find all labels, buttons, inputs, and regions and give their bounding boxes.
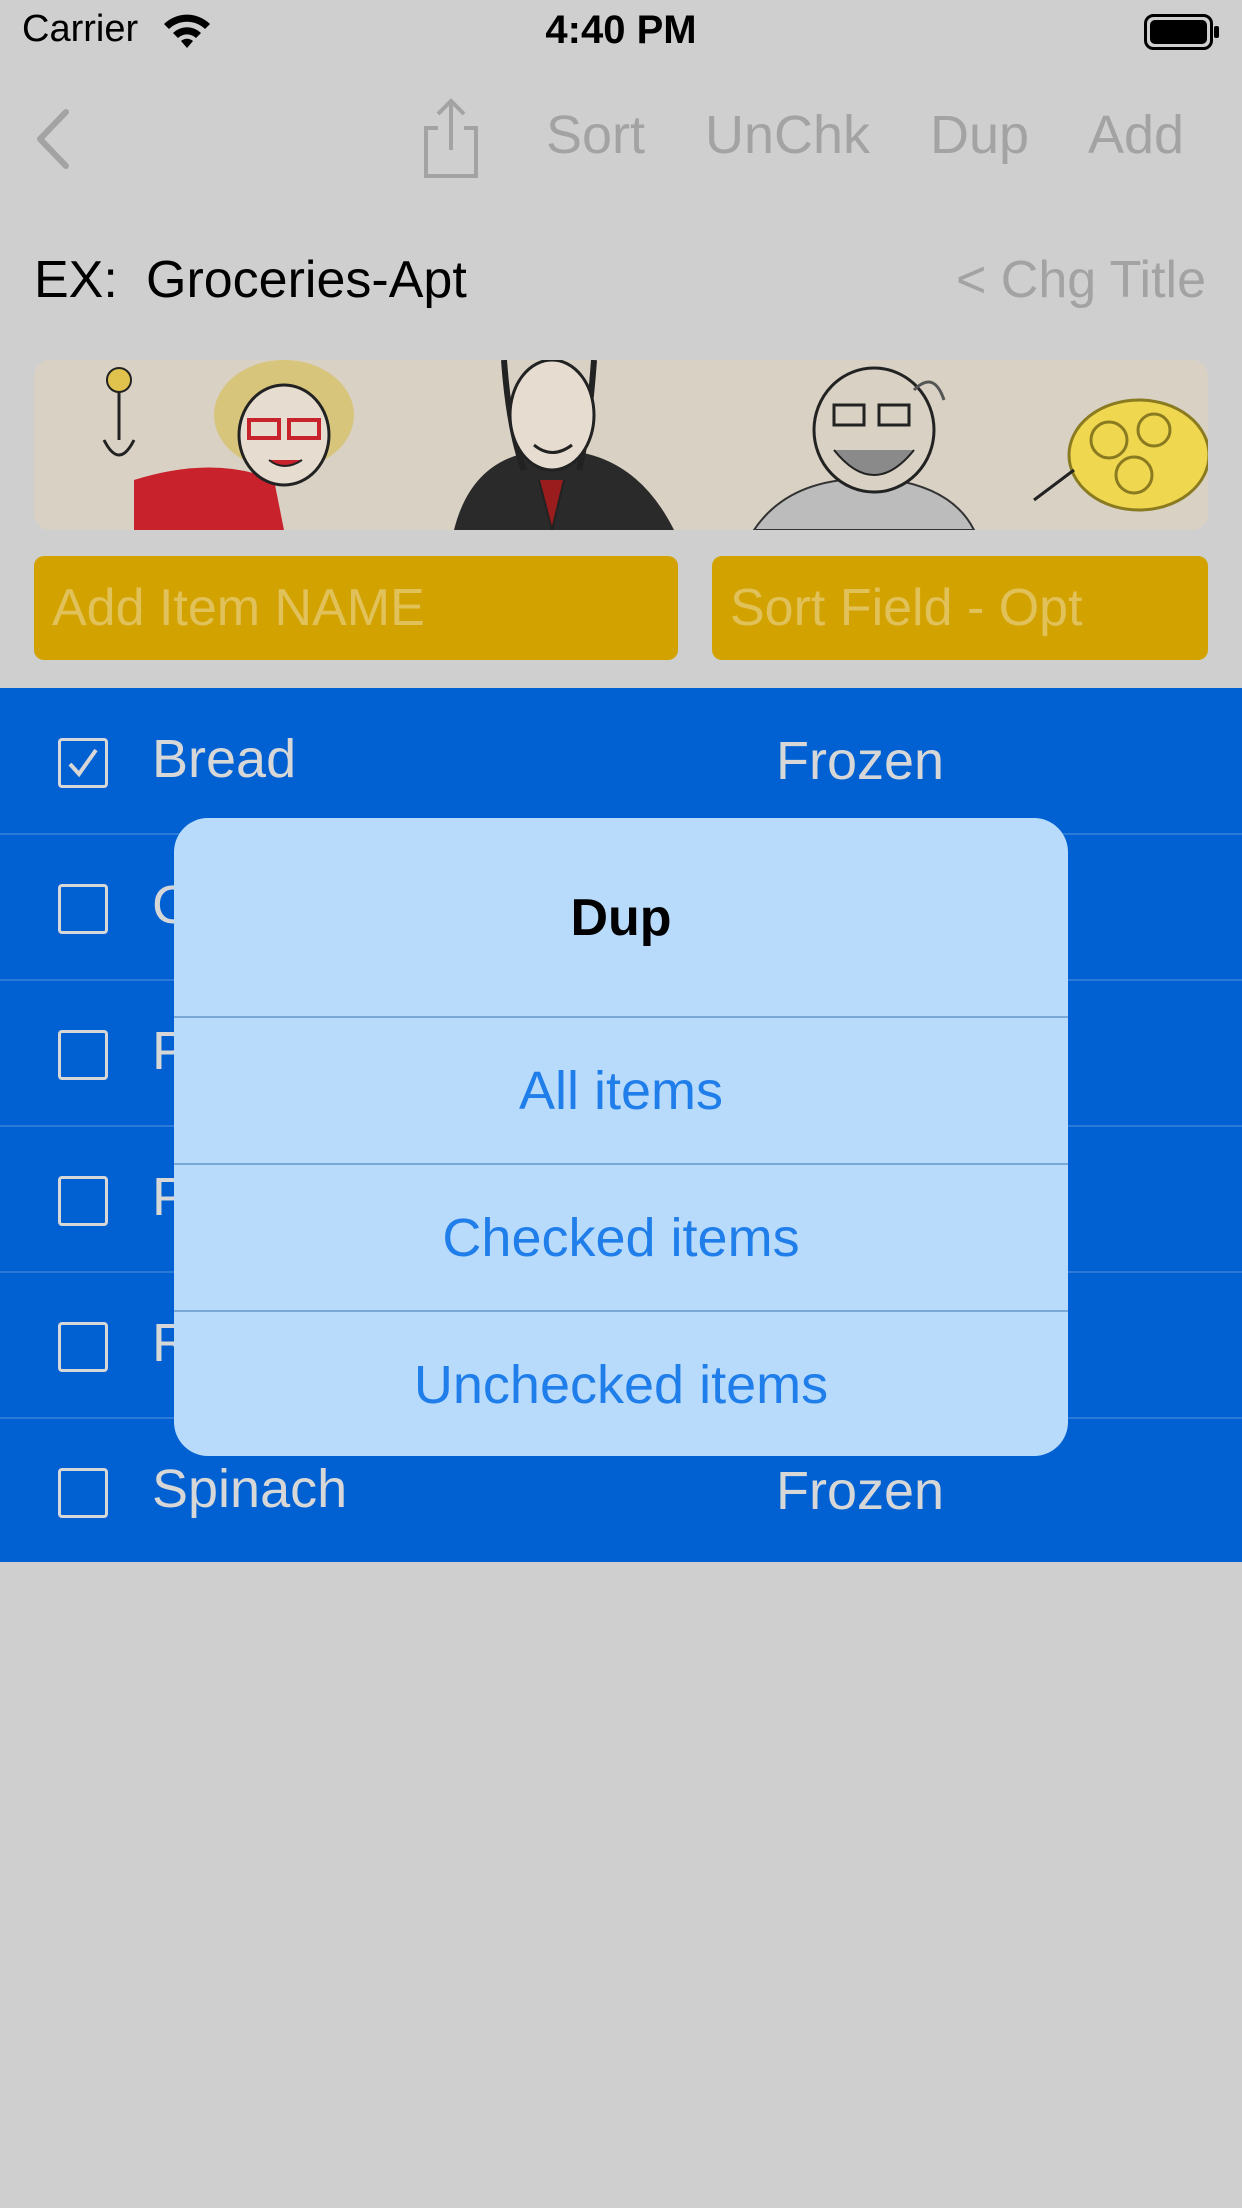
clock: 4:40 PM [545,8,697,52]
status-bar: Carrier 4:40 PM [0,0,1242,66]
checkbox[interactable] [58,1468,108,1518]
sort-field-container [712,556,1208,660]
item-name: Spinach [152,1459,348,1519]
item-name: Bread [152,729,297,789]
sort-button[interactable]: Sort [546,104,645,166]
banner-illustration [34,360,1208,530]
item-name-field-container [34,556,678,660]
checkbox[interactable] [58,1030,108,1080]
change-title-button[interactable]: < Chg Title [956,250,1206,310]
battery-icon [1144,14,1219,50]
checkmark-icon [68,748,98,778]
item-name-input[interactable] [34,556,678,660]
unchecked-items-option[interactable]: Unchecked items [174,1310,1068,1456]
checked-items-option[interactable]: Checked items [174,1163,1068,1312]
list-title: Groceries-Apt [146,251,467,309]
share-icon[interactable] [416,98,486,180]
back-chevron-icon[interactable] [28,104,74,174]
dialog-title: Dup [570,889,672,947]
uncheck-button[interactable]: UnChk [705,104,870,166]
sort-field-input[interactable] [712,556,1208,660]
checkbox[interactable] [58,884,108,934]
list-item[interactable]: Bread Frozen [0,688,1242,835]
all-items-option[interactable]: All items [174,1016,1068,1165]
list-prefix-label: EX: [34,251,118,309]
dup-button[interactable]: Dup [930,104,1029,166]
checkbox[interactable] [58,1322,108,1372]
add-button[interactable]: Add [1088,104,1184,166]
checkbox[interactable] [58,1176,108,1226]
item-sort-field: Frozen [776,731,945,791]
dup-alert-dialog: Dup All items Checked items Unchecked it… [174,818,1068,1456]
item-sort-field: Frozen [776,1461,945,1521]
checkbox-checked[interactable] [58,738,108,788]
